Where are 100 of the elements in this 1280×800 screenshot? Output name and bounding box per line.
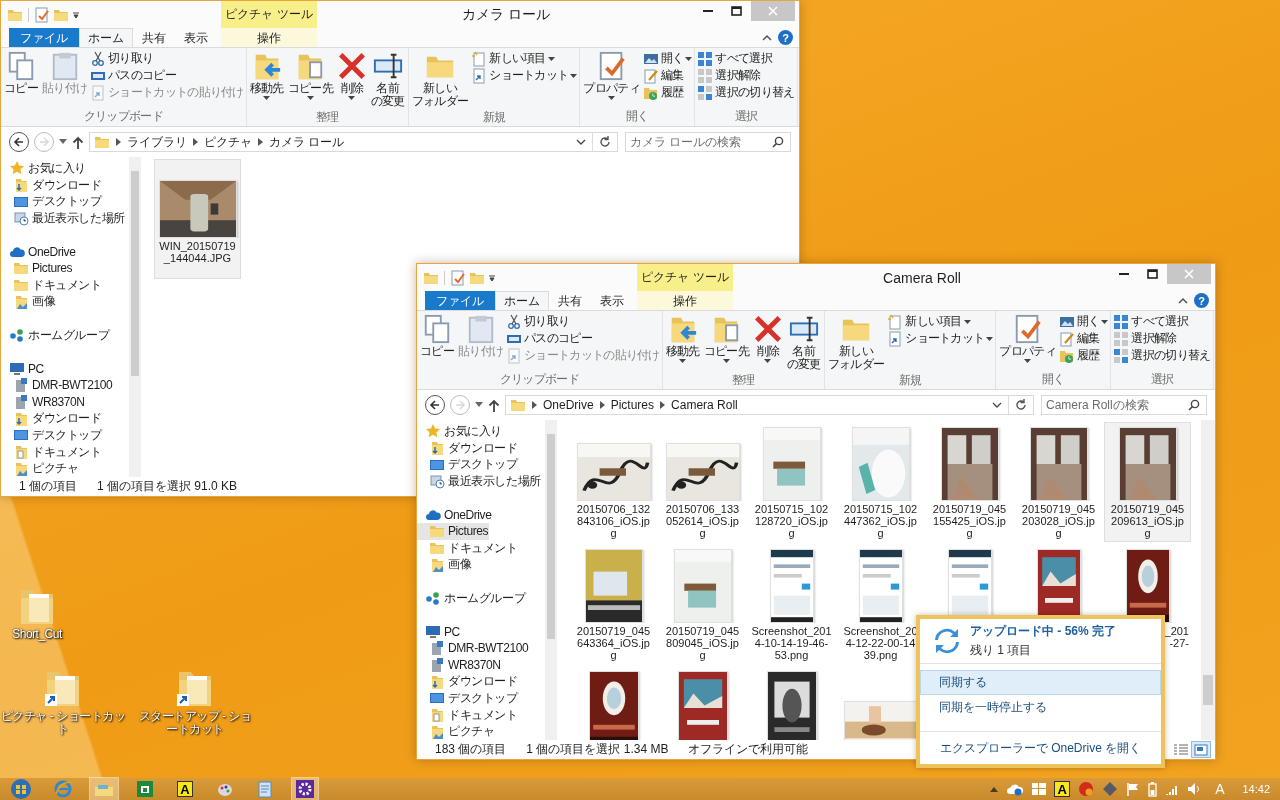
cloud-icon[interactable] (1006, 782, 1025, 796)
refresh-icon[interactable] (599, 136, 611, 148)
ribbon-tab[interactable]: ファイル (9, 28, 79, 47)
ribbon-button[interactable]: コピー (418, 313, 456, 359)
ribbon-button[interactable]: 編集 (1057, 330, 1110, 347)
nav-item[interactable]: PC (417, 623, 461, 640)
address-bar[interactable]: OneDrive Pictures Camera Roll (505, 395, 1034, 415)
breadcrumb[interactable]: ライブラリ (127, 133, 187, 151)
ribbon-button[interactable]: コピー (2, 50, 40, 96)
refresh-icon[interactable] (1015, 399, 1027, 411)
nav-item[interactable]: 画像 (417, 556, 473, 574)
recent-locations-icon[interactable] (59, 139, 67, 145)
ribbon-tab[interactable]: 共有 (133, 28, 175, 47)
chevron-icon[interactable] (532, 401, 537, 409)
nav-item[interactable]: ドキュメント (1, 276, 103, 294)
nav-item[interactable]: DMR-BWT2100 (417, 639, 530, 657)
up-arrow-icon[interactable] (72, 135, 84, 149)
chevron-icon[interactable] (599, 401, 605, 409)
chevron-icon[interactable] (116, 138, 121, 146)
taskbar-app[interactable] (292, 778, 318, 800)
nav-item[interactable]: ダウンロード (1, 176, 103, 194)
chevron-icon[interactable] (660, 401, 666, 409)
nav-item[interactable]: ダウンロード (417, 673, 519, 690)
ribbon-button[interactable]: 削除 (750, 313, 785, 364)
ribbon-button[interactable]: パスのコピー (505, 330, 661, 347)
show-hidden-icons-icon[interactable] (990, 786, 999, 792)
search-field[interactable]: Camera Rollの検索 (1041, 395, 1207, 415)
ribbon-button[interactable]: 名前 の変更 (368, 50, 407, 109)
help-button[interactable]: ? (778, 30, 793, 45)
file-item[interactable]: 20150719_045 809045_iOS.jp g (659, 544, 746, 664)
chevron-icon[interactable] (258, 138, 263, 146)
nav-item[interactable]: 最近表示した場所 (1, 210, 126, 227)
nav-item[interactable]: ホームグループ (417, 589, 527, 607)
nav-item[interactable]: PC (1, 360, 45, 377)
search-field[interactable]: カメラ ロールの検索 (625, 132, 791, 152)
ribbon-button[interactable]: すべて選択 (696, 50, 796, 67)
ribbon-button[interactable]: 削除 (334, 50, 369, 101)
menu-item[interactable]: 同期する (920, 670, 1161, 695)
nav-item[interactable]: ダウンロード (417, 439, 519, 457)
ribbon-button[interactable]: すべて選択 (1112, 313, 1212, 330)
menu-item[interactable]: 同期を一時停止する (920, 695, 1161, 720)
ribbon-button[interactable]: プロパティ (581, 50, 642, 101)
help-button[interactable]: ? (1194, 293, 1209, 308)
nav-item[interactable]: Pictures (1, 260, 74, 277)
windows-icon[interactable] (1032, 782, 1047, 796)
taskbar-app[interactable]: A (172, 778, 198, 800)
nav-item[interactable]: デスクトップ (417, 690, 519, 707)
nav-item[interactable]: ホームグループ (1, 326, 111, 344)
nav-item[interactable]: OneDrive (1, 243, 77, 261)
file-item[interactable]: 20150715_102 128720_iOS.jp g (748, 422, 835, 542)
ribbon-button[interactable]: 選択解除 (696, 67, 796, 84)
customize-arrow-icon[interactable] (488, 273, 496, 282)
ribbon-tab[interactable]: 共有 (549, 291, 591, 310)
breadcrumb[interactable]: カメラ ロール (269, 133, 345, 151)
ribbon-button[interactable]: ショートカット (470, 67, 579, 84)
breadcrumb[interactable]: ピクチャ (204, 133, 252, 151)
ribbon-button[interactable]: 選択の切り替え (696, 84, 796, 101)
file-item[interactable]: 20150719_045 203028_iOS.jp g (1015, 422, 1102, 542)
ribbon-button[interactable]: 移動先 (247, 50, 286, 101)
ribbon-tab[interactable]: ファイル (425, 291, 495, 310)
diamond-icon[interactable] (1102, 781, 1119, 797)
file-item[interactable]: 20150719_045 209613_iOS.jp g (1104, 422, 1191, 542)
ribbon-button[interactable]: 新しい フォルダー (409, 50, 471, 109)
file-item[interactable]: 20150719_045 155425_iOS.jp g (926, 422, 1013, 542)
recent-locations-icon[interactable] (475, 402, 483, 408)
file-item[interactable]: WIN_20150719 _144044.JPG (154, 159, 241, 279)
speaker-icon[interactable] (1187, 782, 1202, 796)
battery-icon[interactable] (1148, 781, 1158, 797)
scrollbar[interactable] (129, 157, 141, 477)
breadcrumb[interactable]: OneDrive (543, 398, 594, 412)
ribbon-button[interactable]: コピー先 (285, 50, 335, 101)
breadcrumb[interactable]: Pictures (610, 398, 655, 412)
nav-item[interactable]: ドキュメント (1, 443, 103, 461)
nav-item[interactable]: デスクトップ (1, 427, 103, 444)
nav-item[interactable]: ダウンロード (1, 410, 103, 427)
nav-item[interactable]: DMR-BWT2100 (1, 376, 114, 394)
up-arrow-icon[interactable] (488, 398, 500, 412)
flag-icon[interactable] (1126, 782, 1141, 796)
ribbon-button[interactable]: 名前 の変更 (784, 313, 823, 372)
ribbon-button[interactable]: 切り取り (89, 50, 245, 67)
ribbon-button[interactable]: 切り取り (505, 313, 661, 330)
scrollbar[interactable] (545, 420, 557, 740)
nav-item[interactable]: OneDrive (417, 506, 493, 524)
ribbon-button[interactable]: プロパティ (997, 313, 1058, 364)
ribbon-button[interactable]: パスのコピー (89, 67, 245, 84)
ribbon-button[interactable]: 履歴 (641, 84, 694, 101)
open-onedrive-link[interactable]: エクスプローラーで OneDrive を開く (920, 732, 1161, 764)
ribbon-tab[interactable]: 操作 (221, 28, 317, 47)
ribbon-button[interactable]: 新しい項目 (470, 50, 579, 67)
nav-item[interactable]: 画像 (1, 293, 57, 311)
signal-icon[interactable] (1165, 783, 1180, 795)
nav-item[interactable]: ドキュメント (417, 539, 519, 557)
ribbon-tab[interactable]: 操作 (637, 291, 733, 310)
ribbon-button[interactable]: ショートカット (886, 330, 995, 347)
ribbon-tab[interactable]: ホーム (79, 28, 133, 47)
ribbon-button[interactable]: 編集 (641, 67, 694, 84)
file-item[interactable]: 20150719_045 643364_iOS.jp g (570, 544, 657, 664)
nav-item[interactable]: WR8370N (1, 393, 86, 411)
nav-item[interactable]: お気に入り (1, 160, 87, 177)
address-bar[interactable]: ライブラリ ピクチャ カメラ ロール (89, 132, 618, 152)
